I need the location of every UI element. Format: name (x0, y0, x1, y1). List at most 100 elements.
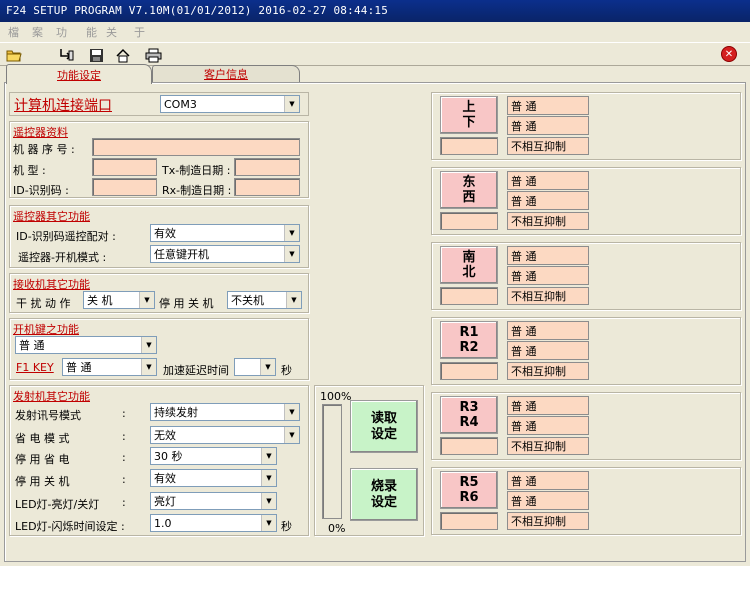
serial-label: 机 器 序 号 : (13, 143, 75, 156)
chevron-down-icon[interactable]: ▼ (260, 359, 275, 375)
direction-interlock[interactable]: 不相互抑制 (507, 287, 589, 305)
tx-date-field[interactable] (234, 158, 300, 176)
direction-button[interactable]: 南 北 (440, 246, 498, 284)
port-select[interactable]: COM3 ▼ (160, 95, 300, 113)
direction-value-field[interactable] (440, 137, 498, 155)
import-icon[interactable] (56, 46, 76, 64)
id-label: ID-识别码 : (13, 184, 69, 197)
chevron-down-icon[interactable]: ▼ (261, 470, 276, 486)
power-key-mode-select[interactable]: 普 通 ▼ (15, 336, 157, 354)
stop-power-save-select[interactable]: 30 秒 ▼ (150, 447, 277, 465)
direction-mode-b[interactable]: 普 通 (507, 341, 589, 360)
direction-mode-a[interactable]: 普 通 (507, 171, 589, 190)
menu-item-function-2[interactable]: 能 (86, 24, 97, 40)
direction-mode-a[interactable]: 普 通 (507, 396, 589, 415)
power-key-title: 开机键之功能 (13, 323, 79, 336)
rx-date-field[interactable] (234, 178, 300, 196)
chevron-down-icon[interactable]: ▼ (286, 292, 301, 308)
tx-date-label: Tx-制造日期 : (162, 164, 231, 177)
stop-shutdown-tx-colon: : (122, 473, 126, 486)
direction-value-field[interactable] (440, 362, 498, 380)
power-save-mode-select[interactable]: 无效 ▼ (150, 426, 300, 444)
stop-power-save-colon: : (122, 451, 126, 464)
chevron-down-icon[interactable]: ▼ (284, 225, 299, 241)
f1-key-select[interactable]: 普 通 ▼ (62, 358, 157, 376)
stop-shutdown-value: 不关机 (231, 294, 264, 307)
tx-signal-mode-select[interactable]: 持续发射 ▼ (150, 403, 300, 421)
led-blink-value: 1.0 (154, 516, 172, 530)
power-save-mode-value: 无效 (154, 429, 176, 442)
chevron-down-icon[interactable]: ▼ (141, 337, 156, 353)
direction-line1: 上 (462, 100, 476, 115)
bottom-strip (0, 566, 750, 603)
interference-select[interactable]: 关 机 ▼ (83, 291, 155, 309)
direction-interlock[interactable]: 不相互抑制 (507, 437, 589, 455)
chevron-down-icon[interactable]: ▼ (261, 493, 276, 509)
direction-interlock[interactable]: 不相互抑制 (507, 212, 589, 230)
menu-item-file-1[interactable]: 檔 (8, 24, 19, 40)
direction-interlock[interactable]: 不相互抑制 (507, 512, 589, 530)
tab-function-settings[interactable]: 功能设定 (6, 64, 152, 84)
tx-signal-mode-value: 持续发射 (154, 406, 198, 419)
stop-shutdown-tx-select[interactable]: 有效 ▼ (150, 469, 277, 487)
tx-signal-mode-colon: : (122, 407, 126, 420)
direction-line2: 西 (462, 190, 476, 205)
led-on-off-colon: : (122, 496, 126, 509)
direction-mode-b[interactable]: 普 通 (507, 116, 589, 135)
direction-line1: R1 (459, 325, 479, 340)
direction-mode-b[interactable]: 普 通 (507, 191, 589, 210)
chevron-down-icon[interactable]: ▼ (284, 96, 299, 112)
direction-mode-b[interactable]: 普 通 (507, 266, 589, 285)
direction-mode-a[interactable]: 普 通 (507, 321, 589, 340)
chevron-down-icon[interactable]: ▼ (139, 292, 154, 308)
menu-item-file-2[interactable]: 案 (32, 24, 43, 40)
serial-field[interactable] (92, 138, 300, 156)
menu-item-about-2[interactable]: 于 (134, 24, 145, 40)
power-mode-select[interactable]: 任意键开机 ▼ (150, 245, 300, 263)
menu-item-function-1[interactable]: 功 (56, 24, 67, 40)
burn-settings-button[interactable]: 烧录 设定 (350, 468, 418, 521)
chevron-down-icon[interactable]: ▼ (261, 448, 276, 464)
direction-mode-a[interactable]: 普 通 (507, 471, 589, 490)
open-folder-icon[interactable] (4, 46, 24, 64)
direction-button[interactable]: R5 R6 (440, 471, 498, 509)
read-settings-line1: 读取 (370, 410, 397, 426)
direction-value-field[interactable] (440, 287, 498, 305)
direction-button[interactable]: 上 下 (440, 96, 498, 134)
chevron-down-icon[interactable]: ▼ (284, 404, 299, 420)
chevron-down-icon[interactable]: ▼ (284, 427, 299, 443)
direction-mode-b[interactable]: 普 通 (507, 491, 589, 510)
stop-shutdown-tx-label: 停 用 关 机 (15, 475, 70, 488)
direction-mode-a[interactable]: 普 通 (507, 96, 589, 115)
direction-button[interactable]: R3 R4 (440, 396, 498, 434)
read-settings-button[interactable]: 读取 设定 (350, 400, 418, 453)
accel-delay-select[interactable]: ▼ (234, 358, 276, 376)
direction-button[interactable]: R1 R2 (440, 321, 498, 359)
id-pair-select[interactable]: 有效 ▼ (150, 224, 300, 242)
chevron-down-icon[interactable]: ▼ (261, 515, 276, 531)
direction-mode-a[interactable]: 普 通 (507, 246, 589, 265)
home-icon[interactable] (113, 46, 133, 64)
direction-line2: R4 (459, 415, 479, 430)
led-on-off-select[interactable]: 亮灯 ▼ (150, 492, 277, 510)
stop-shutdown-select[interactable]: 不关机 ▼ (227, 291, 302, 309)
save-icon[interactable] (86, 46, 106, 64)
direction-value-field[interactable] (440, 512, 498, 530)
chevron-down-icon[interactable]: ▼ (141, 359, 156, 375)
direction-button[interactable]: 东 西 (440, 171, 498, 209)
model-field[interactable] (92, 158, 157, 176)
direction-value-field[interactable] (440, 212, 498, 230)
print-icon[interactable] (143, 46, 163, 64)
chevron-down-icon[interactable]: ▼ (284, 246, 299, 262)
tab-customer-info[interactable]: 客户信息 (152, 65, 300, 82)
id-field[interactable] (92, 178, 157, 196)
direction-interlock[interactable]: 不相互抑制 (507, 362, 589, 380)
led-blink-select[interactable]: 1.0 ▼ (150, 514, 277, 532)
direction-mode-b[interactable]: 普 通 (507, 416, 589, 435)
led-blink-label: LED灯-闪烁时间设定 : (15, 520, 125, 533)
menu-item-about-1[interactable]: 关 (106, 24, 117, 40)
direction-value-field[interactable] (440, 437, 498, 455)
close-icon[interactable]: ✕ (721, 46, 737, 62)
tx-signal-mode-label: 发射讯号模式 (15, 409, 81, 422)
direction-interlock[interactable]: 不相互抑制 (507, 137, 589, 155)
